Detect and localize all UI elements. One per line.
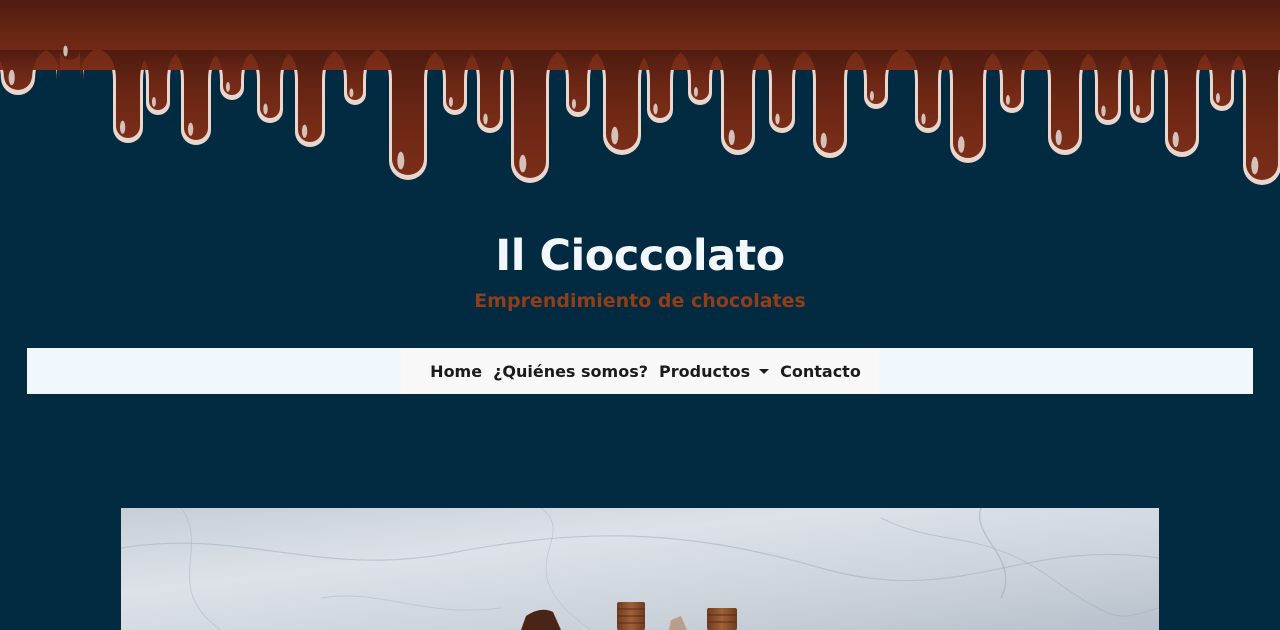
nav-about-link[interactable]: ¿Quiénes somos? — [488, 362, 654, 381]
main-navbar: Home ¿Quiénes somos? Productos Contacto — [27, 348, 1253, 394]
site-subtitle: Emprendimiento de chocolates — [474, 290, 806, 312]
nav-products-label: Productos — [659, 361, 751, 381]
page: Il Cioccolato Emprendimiento de chocolat… — [0, 0, 1280, 630]
nav-home-link[interactable]: Home — [425, 362, 488, 381]
caret-down-icon — [759, 368, 770, 374]
nav-contact-link[interactable]: Contacto — [775, 362, 867, 381]
site-header: Il Cioccolato Emprendimiento de chocolat… — [0, 226, 1280, 316]
chocolate-drip-banner — [0, 0, 1280, 185]
nav-products-dropdown[interactable]: Productos — [654, 362, 775, 381]
marble-photo — [121, 508, 1159, 630]
site-title: Il Cioccolato — [495, 231, 785, 281]
nav-menu: Home ¿Quiénes somos? Productos Contacto — [401, 348, 879, 394]
hero-chocolate-photo — [121, 508, 1159, 630]
